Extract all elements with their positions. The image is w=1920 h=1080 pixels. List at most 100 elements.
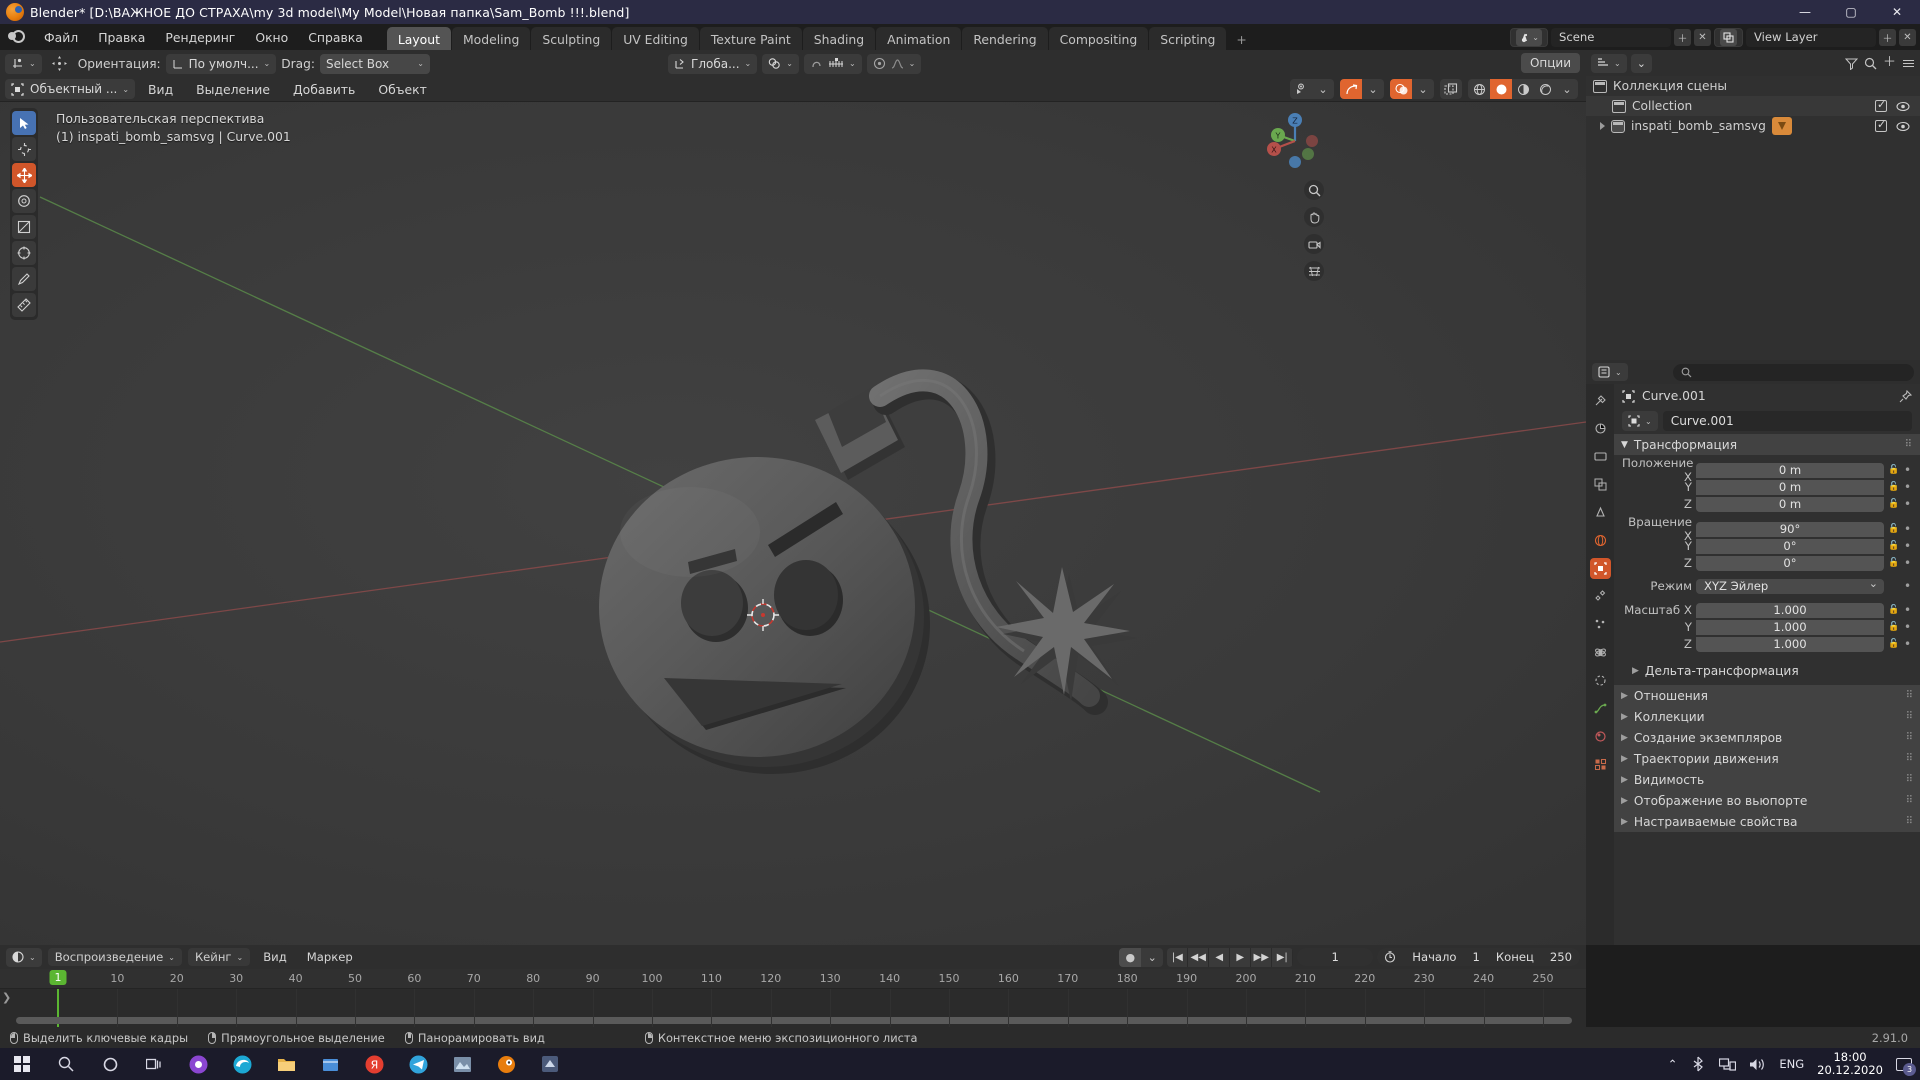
viewport-menu-view[interactable]: Вид xyxy=(138,79,183,100)
menu-render[interactable]: Рендеринг xyxy=(155,27,245,48)
tab-particles[interactable] xyxy=(1590,614,1611,635)
proportional-edit-toggle[interactable]: ⌄ xyxy=(866,53,922,74)
tab-render[interactable] xyxy=(1590,418,1611,439)
tab-texture[interactable] xyxy=(1590,754,1611,775)
timeline-panel[interactable]: ⌄ Воспроизведение ⌄ Кейнг ⌄ Вид Маркер ●… xyxy=(0,945,1586,1027)
animate-dot-icon[interactable]: • xyxy=(1903,579,1912,593)
play-button[interactable]: ▶ xyxy=(1230,947,1252,967)
tab-object[interactable] xyxy=(1589,558,1611,579)
lock-icon[interactable]: 🔓 xyxy=(1888,465,1899,475)
outliner-editor-type-icon[interactable]: ⌄ xyxy=(1591,53,1627,73)
add-workspace-button[interactable]: + xyxy=(1227,27,1255,52)
lock-icon[interactable]: 🔓 xyxy=(1888,482,1899,492)
remove-view-layer-button[interactable]: ✕ xyxy=(1899,28,1916,46)
tab-compositing[interactable]: Compositing xyxy=(1048,27,1149,52)
outliner-filter-icon[interactable] xyxy=(1844,57,1858,70)
viewport-menu-object[interactable]: Объект xyxy=(368,79,436,100)
tab-material[interactable] xyxy=(1590,726,1611,747)
tab-scene[interactable] xyxy=(1590,502,1611,523)
panel-transform-header[interactable]: ▼ Трансформация ⠿ xyxy=(1614,434,1920,455)
curve-data-icon[interactable] xyxy=(1771,117,1792,135)
panel-motion-paths[interactable]: ▶ Траектории движения ⠿ xyxy=(1614,748,1920,769)
lock-icon[interactable]: 🔓 xyxy=(1888,558,1899,568)
xray-toggle-icon[interactable] xyxy=(1440,79,1462,99)
new-view-layer-button[interactable]: ＋ xyxy=(1879,28,1896,46)
start-button[interactable] xyxy=(0,1048,44,1080)
gizmo-icon[interactable] xyxy=(1340,79,1362,99)
outliner-options-icon[interactable] xyxy=(1902,57,1915,70)
show-overlays-group[interactable]: ⌄ xyxy=(1390,79,1434,99)
app-icon-purple[interactable] xyxy=(176,1048,220,1080)
bluetooth-icon[interactable] xyxy=(1690,1056,1706,1072)
timeline-ruler[interactable]: 1 10 20 30 40 50 60 70 80 90 100 110 120 130 140 150 16… xyxy=(0,969,1586,989)
tab-rendering[interactable]: Rendering xyxy=(962,27,1048,52)
chevron-down-icon[interactable]: ⌄ xyxy=(1556,79,1578,99)
viewport-canvas[interactable] xyxy=(0,102,1586,945)
pivot-point-dropdown[interactable]: ⌄ xyxy=(762,53,799,74)
drag-handle-icon[interactable]: ⠿ xyxy=(1906,711,1913,722)
outliner-new-collection-icon[interactable]: ＋ xyxy=(1883,56,1896,69)
unlink-scene-button[interactable]: ✕ xyxy=(1694,28,1711,46)
menu-edit[interactable]: Правка xyxy=(88,27,155,48)
outliner-panel[interactable]: ⌄ ⌄ ＋ Коллекция сцены Collection ✓ inspa… xyxy=(1586,50,1920,360)
properties-panel[interactable]: ⌄ Curve.001 ⌄ Curve.001 ▼ Трансформация … xyxy=(1586,360,1920,945)
animate-dot-icon[interactable]: • xyxy=(1903,463,1912,477)
play-reverse-button[interactable]: ◀ xyxy=(1209,947,1231,967)
navigation-gizmo[interactable]: Z Y X xyxy=(1264,110,1326,172)
drag-handle-icon[interactable]: ⠿ xyxy=(1906,690,1913,701)
timeline-menu-view[interactable]: Вид xyxy=(256,948,294,966)
maximize-button[interactable]: ▢ xyxy=(1828,0,1874,24)
location-x-input[interactable]: 0 m xyxy=(1696,462,1884,478)
outliner-display-mode[interactable]: ⌄ xyxy=(1630,53,1652,73)
chevron-down-icon[interactable]: ⌄ xyxy=(1362,79,1384,99)
panel-collections[interactable]: ▶ Коллекции ⠿ xyxy=(1614,706,1920,727)
store-icon[interactable] xyxy=(308,1048,352,1080)
transform-orientation-dropdown[interactable]: Глоба... ⌄ xyxy=(668,53,758,74)
material-preview-icon[interactable] xyxy=(1512,79,1534,99)
checkbox-enabled[interactable] xyxy=(1875,98,1887,112)
menu-help[interactable]: Справка xyxy=(298,27,373,48)
zoom-icon[interactable] xyxy=(1304,180,1324,200)
playback-menu[interactable]: Воспроизведение ⌄ xyxy=(47,948,182,966)
menu-file[interactable]: Файл xyxy=(34,27,88,48)
properties-search-input[interactable] xyxy=(1672,363,1914,381)
lock-icon[interactable]: 🔓 xyxy=(1888,639,1899,649)
location-z-input[interactable]: 0 m xyxy=(1696,496,1884,512)
animate-dot-icon[interactable]: • xyxy=(1903,522,1912,536)
next-keyframe-button[interactable]: ▶▶ xyxy=(1251,947,1273,967)
timeline-editor-type-icon[interactable]: ⌄ xyxy=(6,947,42,967)
eye-icon[interactable] xyxy=(1896,121,1910,132)
orientation-dropdown[interactable]: По умолч... ⌄ xyxy=(165,53,277,74)
rotation-y-input[interactable]: 0° xyxy=(1696,538,1884,554)
task-view-icon[interactable] xyxy=(132,1048,176,1080)
object-visibility-icon[interactable] xyxy=(1290,79,1312,99)
drag-handle-icon[interactable]: ⠿ xyxy=(1906,732,1913,743)
tool-scale[interactable] xyxy=(12,215,36,239)
edge-icon[interactable] xyxy=(220,1048,264,1080)
snap-toggle[interactable]: ⌄ xyxy=(803,53,862,74)
tab-modeling[interactable]: Modeling xyxy=(451,27,531,52)
timeline-menu-marker[interactable]: Маркер xyxy=(300,948,360,966)
camera-view-icon[interactable] xyxy=(1304,234,1324,254)
tab-world[interactable] xyxy=(1590,530,1611,551)
close-button[interactable]: ✕ xyxy=(1874,0,1920,24)
drag-handle-icon[interactable]: ⠿ xyxy=(1906,774,1913,785)
playhead-label[interactable]: 1 xyxy=(49,970,67,985)
rotation-mode-dropdown[interactable]: XYZ Эйлер xyxy=(1696,577,1884,594)
tab-uv-editing[interactable]: UV Editing xyxy=(612,27,699,52)
app-icon-yandex[interactable]: Я xyxy=(352,1048,396,1080)
tool-select-box[interactable] xyxy=(12,111,36,135)
lock-icon[interactable]: 🔓 xyxy=(1888,605,1899,615)
tab-scripting[interactable]: Scripting xyxy=(1149,27,1227,52)
tab-sculpting[interactable]: Sculpting xyxy=(531,27,612,52)
view-layer-name-field[interactable]: View Layer xyxy=(1746,27,1876,47)
tab-texture-paint[interactable]: Texture Paint xyxy=(699,27,802,52)
snap-mode-dropdown[interactable]: ⌄ xyxy=(5,53,42,74)
start-frame-value[interactable]: 1 xyxy=(1465,950,1488,964)
rendered-shading-icon[interactable] xyxy=(1534,79,1556,99)
visibility-selector-group[interactable]: ⌄ xyxy=(1290,79,1334,99)
drag-handle-icon[interactable]: ⠿ xyxy=(1906,816,1913,827)
solid-shading-icon[interactable] xyxy=(1490,79,1512,99)
tool-annotate[interactable] xyxy=(12,267,36,291)
chevron-down-icon[interactable]: ⌄ xyxy=(1312,79,1334,99)
